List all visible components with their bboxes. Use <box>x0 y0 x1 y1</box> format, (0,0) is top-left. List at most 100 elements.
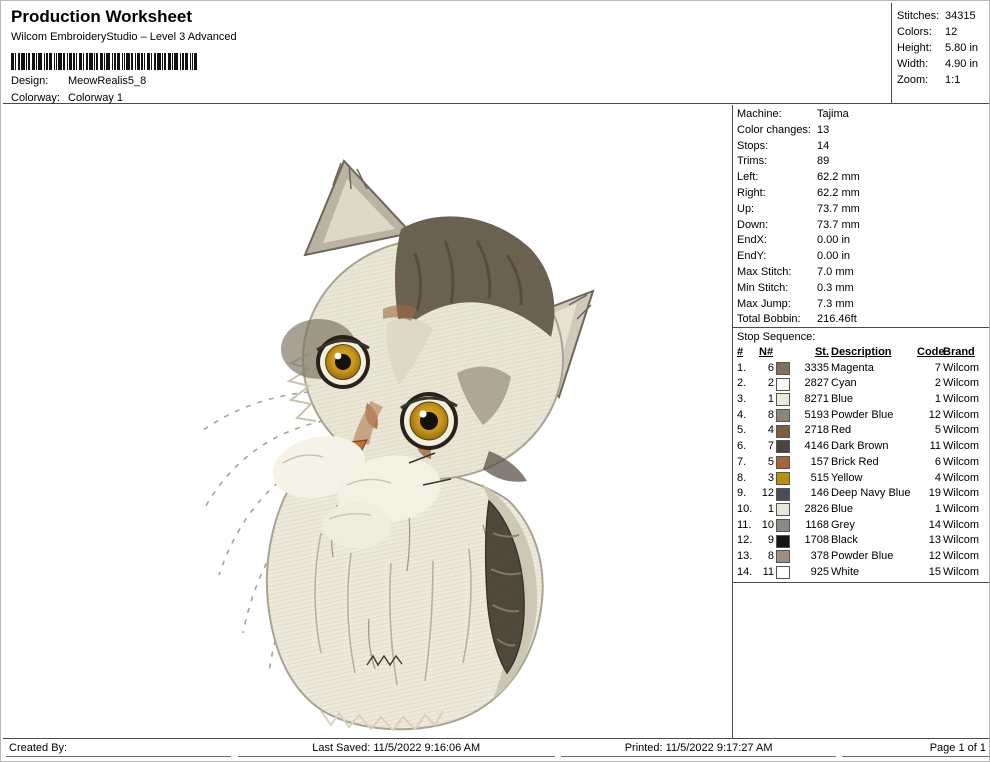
stitch-count: 2718 <box>804 424 829 437</box>
thread-description: Powder Blue <box>831 408 894 421</box>
design-stats-box: Stitches: 34315 Colors: 12 Height: 5.80 … <box>892 3 989 104</box>
stat-row: Height: 5.80 in <box>892 40 989 56</box>
thread-color-swatch <box>776 487 790 501</box>
needle-number: 6 <box>767 361 774 374</box>
thread-code: 15 <box>928 565 941 578</box>
cat-eye-right <box>400 392 458 450</box>
thread-code: 1 <box>934 393 941 406</box>
cat-embroidery-artwork <box>198 159 595 732</box>
thread-description: Dark Brown <box>831 440 889 453</box>
thread-code: 12 <box>928 408 941 421</box>
thread-color-swatch <box>776 518 790 532</box>
thread-color-swatch <box>776 456 790 470</box>
thread-color-swatch <box>776 409 790 423</box>
machine-value: 89 <box>817 155 830 168</box>
stop-sequence-row: 4. 8 5193 Powder Blue 12 Wilcom <box>733 408 989 424</box>
thread-description: Blue <box>831 393 854 406</box>
machine-value: Tajima <box>817 108 849 120</box>
row-number: 5. <box>737 424 747 437</box>
machine-label: Right: <box>737 186 766 199</box>
machine-row: Max Stitch: 7.0 mm <box>733 265 989 281</box>
stitch-count: 1168 <box>805 518 829 531</box>
stat-row: Stitches: 34315 <box>892 8 989 24</box>
stat-row: Colors: 12 <box>892 24 989 40</box>
machine-value: 7.0 mm <box>817 265 854 278</box>
needle-number: 1 <box>767 393 774 406</box>
stat-value: 12 <box>945 26 958 38</box>
stitch-count: 2826 <box>804 502 829 515</box>
thread-code: 2 <box>934 377 941 390</box>
stitch-count: 146 <box>810 487 829 500</box>
thread-color-swatch <box>776 440 790 454</box>
stop-sequence-row: 1. 6 3335 Magenta 7 Wilcom <box>733 361 989 377</box>
machine-label: Left: <box>737 171 759 184</box>
stitch-count: 3335 <box>804 361 829 374</box>
needle-number: 11 <box>762 565 774 578</box>
thread-brand: Wilcom <box>943 518 980 531</box>
machine-value: 62.2 mm <box>817 186 860 199</box>
stitch-count: 5193 <box>804 408 829 421</box>
thread-code: 6 <box>934 455 941 468</box>
stitch-count: 4146 <box>804 440 829 453</box>
production-worksheet-page: Production Worksheet Wilcom EmbroiderySt… <box>0 0 990 762</box>
row-number: 12. <box>737 534 753 547</box>
thread-brand: Wilcom <box>943 361 980 374</box>
machine-label: Color changes: <box>737 123 811 136</box>
thread-color-swatch <box>776 550 790 564</box>
row-number: 8. <box>737 471 747 484</box>
page-footer: Created By: Last Saved: 11/5/2022 9:16:0… <box>3 738 989 760</box>
stat-value: 1:1 <box>945 74 961 86</box>
needle-number: 7 <box>767 440 774 453</box>
row-number: 13. <box>737 549 753 562</box>
thread-description: Black <box>831 534 858 547</box>
thread-description: Powder Blue <box>831 549 894 562</box>
thread-color-swatch <box>776 377 790 391</box>
stat-label: Height: <box>897 42 932 54</box>
needle-number: 3 <box>767 471 774 484</box>
thread-code: 14 <box>928 518 941 531</box>
thread-brand: Wilcom <box>943 502 980 515</box>
thread-description: Deep Navy Blue <box>831 487 911 500</box>
stitch-count: 157 <box>810 455 829 468</box>
machine-row: Color changes: 13 <box>733 123 989 139</box>
stitch-count: 2827 <box>804 377 829 390</box>
needle-number: 2 <box>767 377 774 390</box>
machine-value: 0.00 in <box>817 234 851 247</box>
thread-brand: Wilcom <box>943 393 980 406</box>
machine-label: Max Stitch: <box>737 265 792 278</box>
thread-code: 19 <box>928 487 941 500</box>
thread-color-swatch <box>776 393 790 407</box>
machine-value: 0.00 in <box>817 250 851 263</box>
machine-row: EndX: 0.00 in <box>733 233 989 249</box>
design-preview-canvas <box>3 105 732 738</box>
thread-color-swatch <box>776 565 790 579</box>
thread-code: 1 <box>934 502 941 515</box>
machine-row: Machine: Tajima <box>733 107 989 123</box>
machine-row: Total Bobbin: 216.46ft <box>733 312 989 328</box>
thread-code: 13 <box>928 534 941 547</box>
header-block: Production Worksheet Wilcom EmbroiderySt… <box>3 3 892 104</box>
page-number-field: Page 1 of 1 <box>842 741 989 757</box>
machine-settings-list: Machine: Tajima Color changes: 13 Stops:… <box>733 105 989 327</box>
stop-sequence-title: Stop Sequence: <box>733 327 989 345</box>
row-number: 1. <box>737 361 747 374</box>
col-brand: Brand <box>943 346 975 358</box>
machine-value: 73.7 mm <box>817 218 860 231</box>
machine-label: Trims: <box>737 155 768 168</box>
stop-sequence-header: # N# St. Description Code Brand <box>733 345 989 361</box>
machine-info-panel: Machine: Tajima Color changes: 13 Stops:… <box>732 105 989 738</box>
last-saved-field: Last Saved: 11/5/2022 9:16:06 AM <box>237 741 555 757</box>
thread-description: Cyan <box>831 377 857 390</box>
stop-sequence-row: 8. 3 515 Yellow 4 Wilcom <box>733 471 989 487</box>
thread-color-swatch <box>776 362 790 376</box>
machine-label: EndY: <box>737 250 767 263</box>
stop-sequence-row: 14. 11 925 White 15 Wilcom <box>733 565 989 581</box>
machine-value: 0.3 mm <box>817 281 854 294</box>
thread-code: 7 <box>934 361 941 374</box>
machine-row: Stops: 14 <box>733 139 989 155</box>
needle-number: 10 <box>761 518 774 531</box>
thread-code: 12 <box>928 549 941 562</box>
thread-brand: Wilcom <box>943 534 980 547</box>
needle-number: 4 <box>767 424 774 437</box>
machine-label: Up: <box>737 202 755 215</box>
